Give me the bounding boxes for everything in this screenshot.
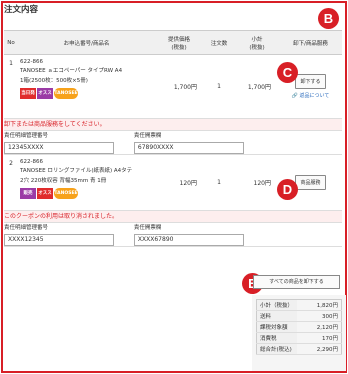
field-label: 責任明細管理番号: [4, 133, 49, 139]
totals-row: 総合計(税込) 2,290円: [256, 343, 342, 355]
totals-value: 2,120円: [296, 321, 342, 333]
field-label: 責任開票欄: [133, 225, 162, 231]
brand-badge: TANOSEE: [54, 188, 78, 199]
totals-value: 300円: [296, 310, 342, 322]
field-label: 責任明細管理番号: [4, 225, 49, 231]
management-number-input[interactable]: 12345XXXX: [4, 142, 114, 154]
recommend-badge: オススメ: [37, 188, 53, 207]
quantity: 1: [203, 154, 235, 211]
sale-badge: 販売: [20, 188, 36, 199]
row-number: 2: [4, 154, 18, 211]
field-label: 責任開票欄: [133, 133, 162, 139]
totals-label: 総合計(税込): [256, 343, 297, 355]
warning-row: このクーポンの利用は取り消されました。: [4, 210, 342, 223]
field-management-number: 責任明細管理番号 XXXX12345: [4, 223, 114, 246]
fields-row: 責任明細管理番号 12345XXXX 責任開票欄 67890XXXX: [4, 130, 342, 155]
return-policy-link[interactable]: 🔗 返品について: [279, 93, 342, 100]
same-day-badge: 当日発送: [20, 88, 36, 107]
badge-group: 販売 オススメTANOSEE: [20, 188, 155, 207]
table-header-row: No お申込番号/商品名 提供価格 (税抜) 注文数 小計 (税抜) 卸下/商品服務: [4, 30, 342, 55]
totals-label: 消費税: [256, 332, 297, 344]
totals-label: 課税対象額: [256, 321, 297, 333]
warning-row: 卸下または商品服務をしてください。: [4, 118, 342, 131]
product-cell: 622-866 TANOSEE ロリングファイル(紙表紙) A4タテ 2穴 22…: [18, 154, 155, 211]
totals-label: 送料: [256, 310, 297, 322]
callout-d: D: [277, 179, 298, 200]
header-no: No: [4, 30, 18, 55]
header-qty: 注文数: [203, 30, 235, 55]
totals-row: 課税対象額 2,120円: [256, 321, 342, 333]
product-name-detail: 1箱(2500枚：500枚×5冊): [20, 78, 88, 84]
badge-group: 当日発送オススメTANOSEE: [20, 88, 155, 107]
product-service-button[interactable]: 商品服務: [295, 175, 326, 190]
totals-value: 170円: [296, 332, 342, 344]
totals-value: 2,290円: [296, 343, 342, 355]
totals-row: 消費税 170円: [256, 332, 342, 344]
remove-button[interactable]: 卸下する: [295, 73, 326, 89]
product-code: 622-866: [20, 159, 43, 165]
callout-c: C: [277, 62, 298, 83]
totals-value: 1,820円: [296, 299, 342, 311]
section-title: 注文内容: [4, 5, 39, 15]
price: 1,700円: [155, 54, 203, 119]
management-number-input[interactable]: XXXX12345: [4, 234, 114, 246]
totals-row: 送料 300円: [256, 310, 342, 322]
header-subtotal: 小計 (税抜): [235, 30, 279, 55]
header-price: 提供価格 (税抜): [155, 30, 203, 55]
product-cell: 622-866 TANOSEE ａエコペーパー タイプRW A4 1箱(2500…: [18, 54, 155, 119]
product-name: TANOSEE ａエコペーパー タイプRW A4: [20, 68, 123, 74]
product-name-detail: 2穴 220枚収容 背幅35mm 青 1冊: [20, 178, 107, 184]
row-number: 1: [4, 54, 18, 119]
totals-row: 小計（税抜） 1,820円: [256, 299, 342, 311]
field-invoice: 責任開票欄 XXXX67890: [133, 223, 244, 246]
quantity: 1: [203, 54, 235, 119]
totals-table: 小計（税抜） 1,820円 送料 300円 課税対象額 2,120円 消費税 170円 …: [256, 299, 342, 355]
brand-badge: TANOSEE: [54, 88, 78, 99]
warning-text: このクーポンの利用は取り消されました。: [4, 210, 342, 223]
product-name: TANOSEE ロリングファイル(紙表紙) A4タテ: [20, 168, 133, 174]
recommend-badge: オススメ: [37, 88, 53, 107]
callout-b: B: [318, 8, 339, 29]
field-management-number: 責任明細管理番号 12345XXXX: [4, 131, 114, 154]
invoice-input[interactable]: 67890XXXX: [133, 142, 244, 154]
remove-all-button[interactable]: すべての商品を卸下する: [253, 275, 340, 289]
header-product: お申込番号/商品名: [18, 30, 155, 55]
subtotal: 120円: [235, 154, 279, 211]
subtotal: 1,700円: [235, 54, 279, 119]
invoice-input[interactable]: XXXX67890: [133, 234, 244, 246]
product-code: 622-866: [20, 59, 43, 65]
return-policy-link-label: 返品について: [299, 92, 330, 99]
price: 120円: [155, 154, 203, 211]
header-action: 卸下/商品服務: [279, 30, 342, 55]
totals-label: 小計（税抜）: [256, 299, 297, 311]
fields-row: 責任明細管理番号 XXXX12345 責任開票欄 XXXX67890: [4, 222, 342, 247]
warning-text: 卸下または商品服務をしてください。: [4, 118, 342, 131]
field-invoice: 責任開票欄 67890XXXX: [133, 131, 244, 154]
